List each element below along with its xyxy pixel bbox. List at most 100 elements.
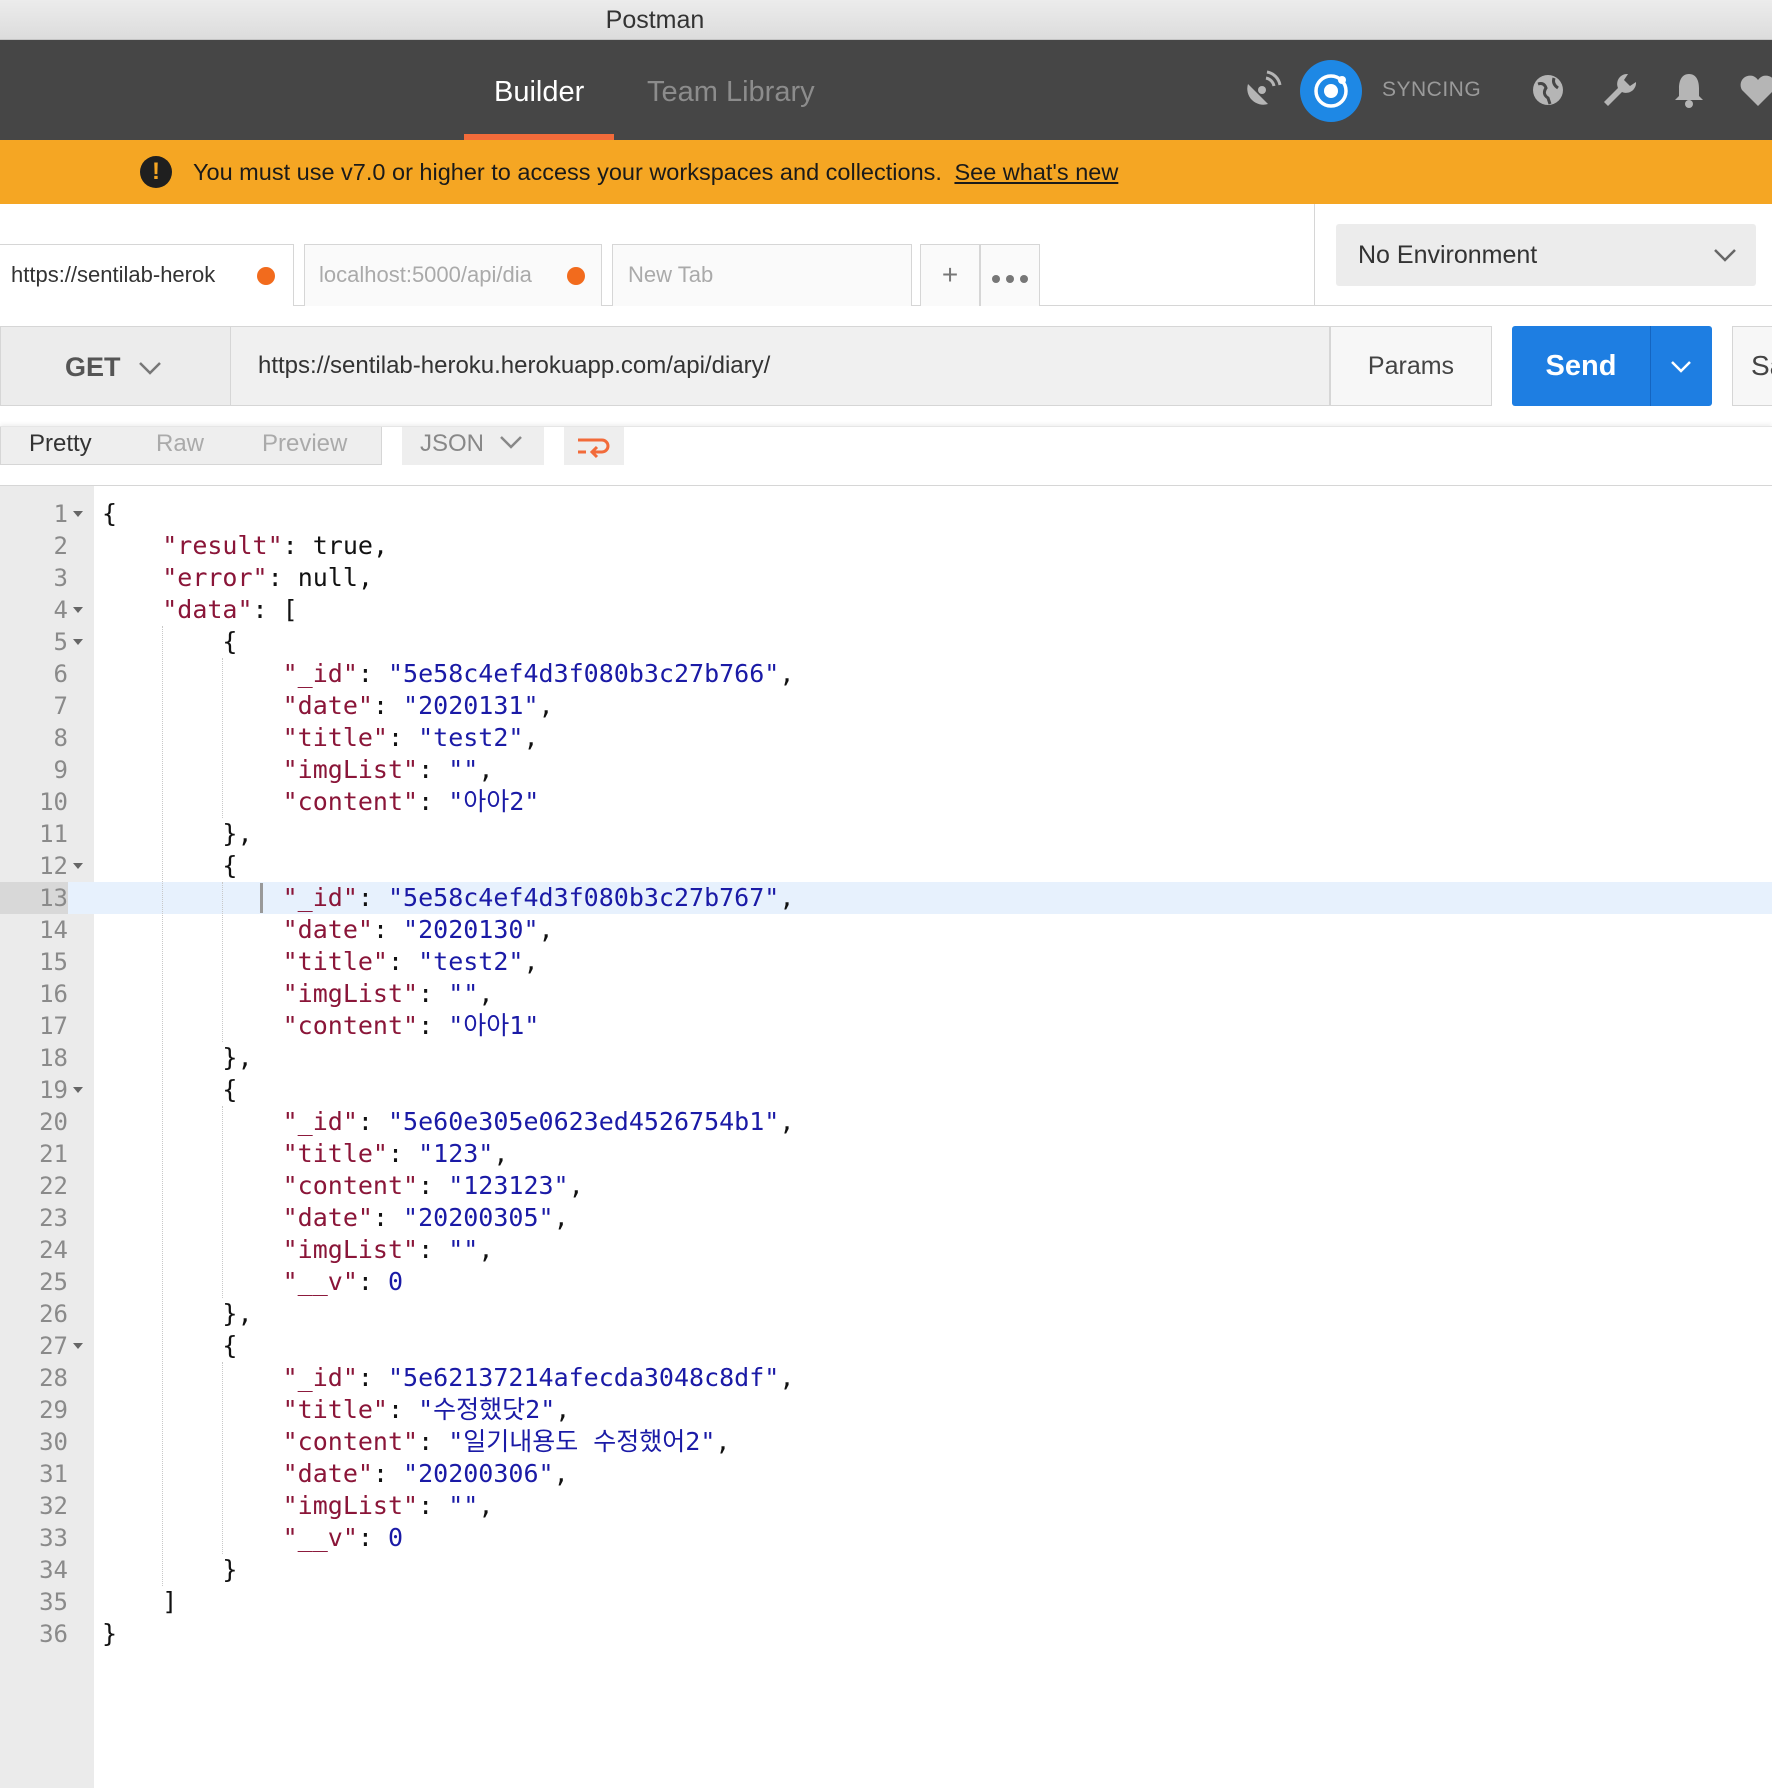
- code-line: 1{: [0, 498, 1772, 530]
- code-line: 24 "imgList": "",: [0, 1234, 1772, 1266]
- response-view-tabs: Pretty Raw Preview: [0, 427, 382, 465]
- tab-builder[interactable]: Builder: [464, 40, 615, 140]
- fold-arrow-icon[interactable]: [73, 1343, 83, 1349]
- code-line: 5 {: [0, 626, 1772, 658]
- code-text: "title": "test2",: [282, 947, 539, 976]
- code-text: }: [102, 1555, 238, 1584]
- sync-button[interactable]: [1300, 60, 1362, 122]
- code-text: {: [102, 851, 238, 880]
- code-line: 8 "title": "test2",: [0, 722, 1772, 754]
- response-body-editor[interactable]: 1{2 "result": true, 3 "error": null, 4 "da…: [0, 486, 1772, 1788]
- code-line: 32 "imgList": "",: [0, 1490, 1772, 1522]
- satellite-icon[interactable]: [1240, 68, 1284, 112]
- code-text: "content": "일기내용도 수정했어2",: [282, 1427, 731, 1456]
- code-line: 2 "result": true,: [0, 530, 1772, 562]
- code-text: },: [102, 1299, 253, 1328]
- format-select[interactable]: JSON: [402, 427, 544, 465]
- more-tabs-button[interactable]: [980, 244, 1040, 306]
- fold-arrow-icon[interactable]: [73, 863, 83, 869]
- params-button[interactable]: Params: [1330, 326, 1492, 406]
- url-input[interactable]: [231, 327, 1329, 405]
- window-titlebar: Postman: [0, 0, 1772, 40]
- tabs-divider: [1314, 204, 1315, 306]
- code-line: 15 "title": "test2",: [0, 946, 1772, 978]
- code-line: 27 {: [0, 1330, 1772, 1362]
- wrap-lines-icon: [578, 438, 610, 459]
- code-line: 28 "_id": "5e62137214afecda3048c8df",: [0, 1362, 1772, 1394]
- line-number: 28: [39, 1364, 68, 1392]
- line-number: 12: [39, 852, 68, 880]
- code-line: 25 "__v": 0: [0, 1266, 1772, 1298]
- tab-team-library[interactable]: Team Library: [617, 40, 845, 140]
- environment-select[interactable]: No Environment: [1336, 224, 1756, 286]
- code-text: "content": "아아1": [282, 1011, 540, 1040]
- code-line: 16 "imgList": "",: [0, 978, 1772, 1010]
- view-tab-preview[interactable]: Preview: [262, 427, 347, 461]
- code-line: 13 "_id": "5e58c4ef4d3f080b3c27b767",: [0, 882, 1772, 914]
- line-number: 25: [39, 1268, 68, 1296]
- line-number: 2: [53, 532, 68, 560]
- line-number: 29: [39, 1396, 68, 1424]
- line-number: 10: [39, 788, 68, 816]
- code-text: "__v": 0: [282, 1523, 404, 1552]
- text-cursor: [260, 883, 263, 913]
- line-number: 3: [53, 564, 68, 592]
- line-number: 21: [39, 1140, 68, 1168]
- code-text: "_id": "5e58c4ef4d3f080b3c27b766",: [282, 659, 795, 688]
- code-text: "date": "2020130",: [282, 915, 554, 944]
- heart-icon[interactable]: [1736, 68, 1772, 112]
- response-toolbar: Pretty Raw Preview JSON: [0, 426, 1772, 486]
- line-number: 11: [39, 820, 68, 848]
- new-tab-button[interactable]: +: [920, 244, 980, 306]
- line-number: 19: [39, 1076, 68, 1104]
- bell-icon[interactable]: [1667, 68, 1711, 112]
- code-line: 22 "content": "123123",: [0, 1170, 1772, 1202]
- save-button[interactable]: Sa: [1732, 326, 1772, 406]
- line-number: 7: [53, 692, 68, 720]
- method-select[interactable]: GET: [0, 326, 230, 406]
- view-tab-raw[interactable]: Raw: [156, 427, 204, 461]
- line-number: 32: [39, 1492, 68, 1520]
- url-field-wrapper: [230, 326, 1330, 406]
- line-number: 15: [39, 948, 68, 976]
- code-line: 10 "content": "아아2": [0, 786, 1772, 818]
- code-text: "title": "수정했닷2",: [282, 1395, 571, 1424]
- code-text: "imgList": "",: [282, 755, 494, 784]
- wrench-icon[interactable]: [1598, 68, 1642, 112]
- indent-guide: [222, 882, 224, 1042]
- fold-arrow-icon[interactable]: [73, 639, 83, 645]
- code-text: "result": true,: [162, 531, 389, 560]
- code-text: "date": "2020131",: [282, 691, 554, 720]
- code-text: "imgList": "",: [282, 1491, 494, 1520]
- code-text: {: [102, 627, 238, 656]
- code-text: "error": null,: [162, 563, 373, 592]
- code-line: 36}: [0, 1618, 1772, 1650]
- wrap-lines-button[interactable]: [564, 427, 624, 465]
- fold-arrow-icon[interactable]: [73, 511, 83, 517]
- code-text: {: [102, 1075, 238, 1104]
- code-line: 20 "_id": "5e60e305e0623ed4526754b1",: [0, 1106, 1772, 1138]
- fold-arrow-icon[interactable]: [73, 607, 83, 613]
- request-tab-new[interactable]: New Tab: [612, 244, 912, 306]
- code-text: "content": "아아2": [282, 787, 540, 816]
- send-button[interactable]: Send: [1512, 326, 1712, 406]
- indent-guide: [222, 1106, 224, 1298]
- method-value: GET: [65, 352, 121, 382]
- chevron-down-icon[interactable]: [1668, 354, 1694, 380]
- see-whats-new-link[interactable]: See what's new: [954, 159, 1118, 185]
- line-number: 6: [53, 660, 68, 688]
- code-line: 18 },: [0, 1042, 1772, 1074]
- code-line: 3 "error": null,: [0, 562, 1772, 594]
- code-text: {: [102, 499, 118, 528]
- banner-text: You must use v7.0 or higher to access yo…: [193, 159, 942, 185]
- code-line: 14 "date": "2020130",: [0, 914, 1772, 946]
- fold-arrow-icon[interactable]: [73, 1087, 83, 1093]
- code-line: 35 ]: [0, 1586, 1772, 1618]
- line-number: 33: [39, 1524, 68, 1552]
- request-tab-active[interactable]: https://sentilab-herok: [0, 244, 294, 306]
- globe-icon[interactable]: [1526, 68, 1570, 112]
- plus-icon: +: [941, 259, 959, 290]
- view-tab-pretty[interactable]: Pretty: [29, 427, 92, 461]
- request-tab[interactable]: localhost:5000/api/dia: [304, 244, 602, 306]
- code-line: 30 "content": "일기내용도 수정했어2",: [0, 1426, 1772, 1458]
